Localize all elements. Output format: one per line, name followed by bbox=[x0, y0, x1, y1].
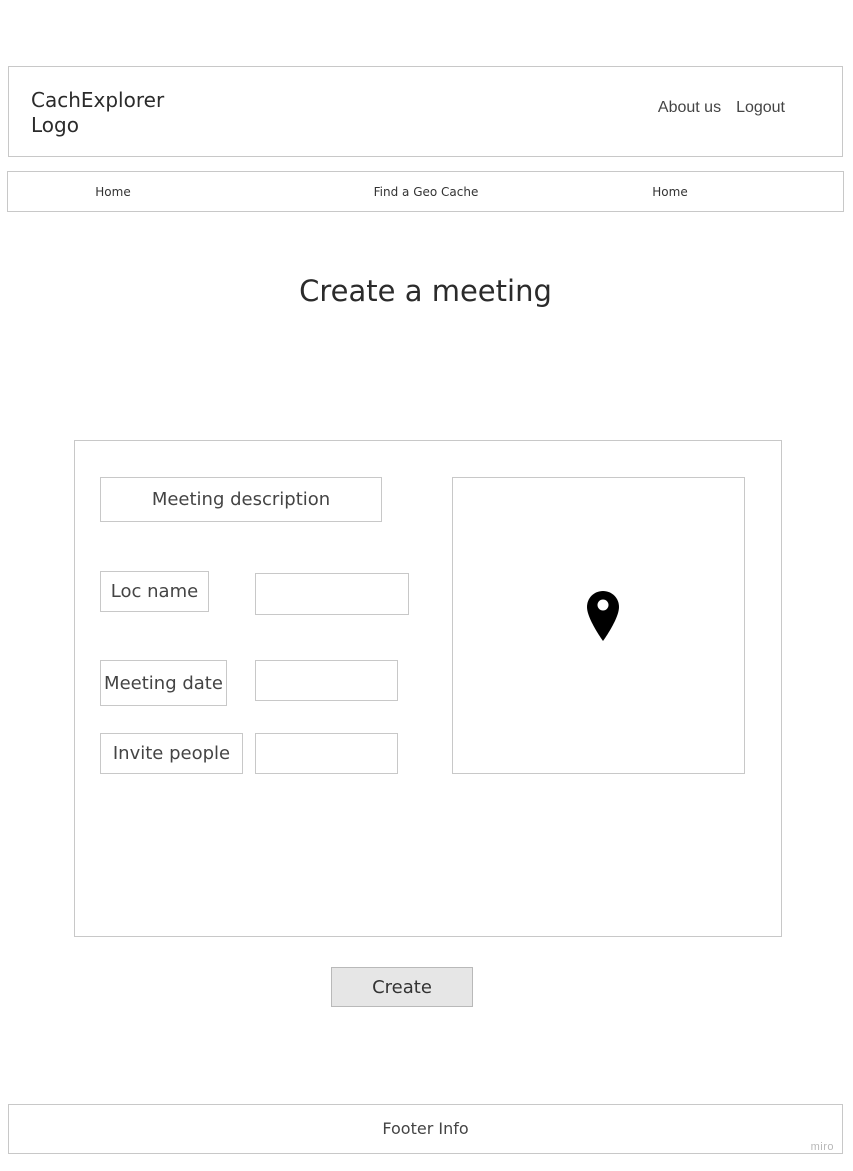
footer: Footer Info bbox=[8, 1104, 843, 1154]
logout-link[interactable]: Logout bbox=[736, 99, 785, 117]
invite-people-label: Invite people bbox=[100, 733, 243, 774]
meeting-description-label[interactable]: Meeting description bbox=[100, 477, 382, 522]
invite-people-input[interactable] bbox=[255, 733, 398, 774]
about-us-link[interactable]: About us bbox=[658, 99, 721, 117]
logo: CachExplorer Logo bbox=[31, 88, 165, 137]
header: CachExplorer Logo About us Logout bbox=[8, 66, 843, 157]
nav-bar: Home Find a Geo Cache Home bbox=[7, 171, 844, 212]
nav-item-home[interactable]: Home bbox=[95, 185, 130, 199]
map-pin-icon[interactable] bbox=[586, 590, 620, 642]
footer-text: Footer Info bbox=[382, 1119, 469, 1138]
page-title: Create a meeting bbox=[299, 274, 552, 308]
nav-item-home-2[interactable]: Home bbox=[652, 185, 687, 199]
create-button[interactable]: Create bbox=[331, 967, 473, 1007]
loc-name-input[interactable] bbox=[255, 573, 409, 615]
meeting-date-input[interactable] bbox=[255, 660, 398, 701]
loc-name-label: Loc name bbox=[100, 571, 209, 612]
nav-item-find-geo-cache[interactable]: Find a Geo Cache bbox=[374, 185, 479, 199]
header-links: About us Logout bbox=[658, 99, 785, 117]
meeting-date-label: Meeting date bbox=[100, 660, 227, 706]
map-area[interactable] bbox=[452, 477, 745, 774]
miro-watermark: miro bbox=[810, 1141, 834, 1153]
meeting-form: Meeting description Loc name Meeting dat… bbox=[74, 440, 782, 937]
